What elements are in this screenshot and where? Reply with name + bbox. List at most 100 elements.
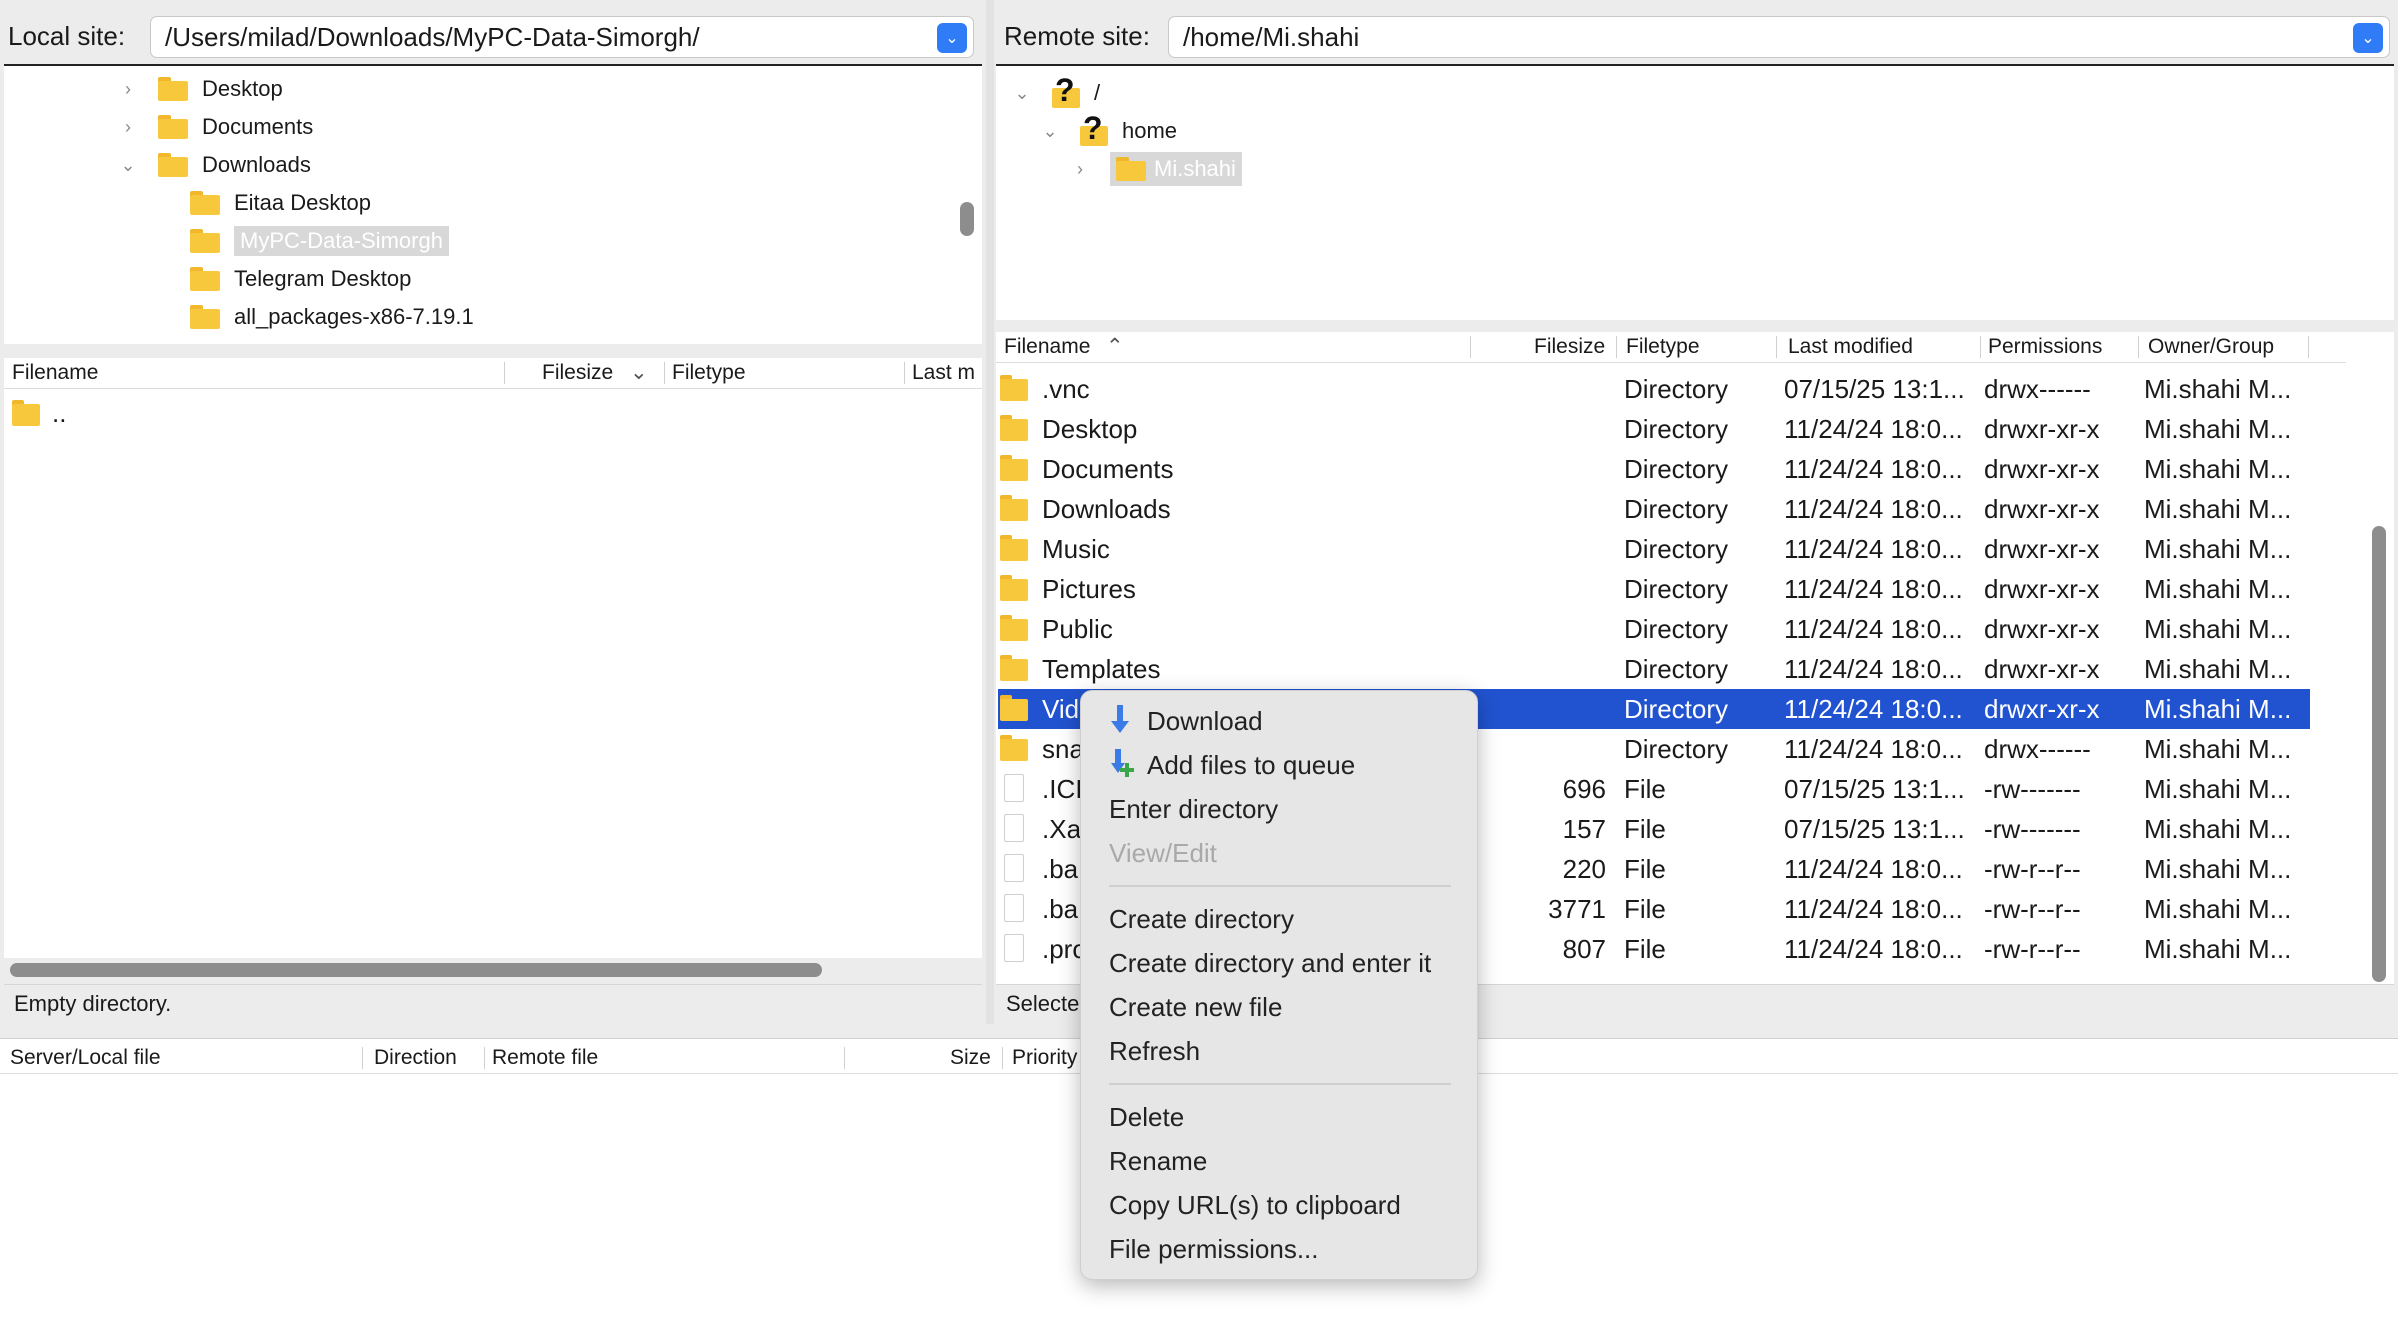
col-direction[interactable]: Direction [374, 1043, 484, 1073]
folder-icon [1000, 575, 1028, 601]
col-divider[interactable] [1002, 1047, 1003, 1069]
row-owner-group: Mi.shahi M... [2144, 894, 2292, 924]
col-last-modified[interactable]: Last modified [1788, 332, 1968, 362]
col-remote-file[interactable]: Remote file [492, 1043, 792, 1073]
local-site-path-combo[interactable]: /Users/milad/Downloads/MyPC-Data-Simorgh… [150, 16, 974, 58]
local-status-text: Empty directory. [14, 991, 172, 1016]
chevron-right-icon[interactable]: › [118, 79, 138, 100]
chevron-right-icon[interactable]: › [118, 117, 138, 138]
col-divider[interactable] [1470, 336, 1471, 358]
menu-item-add-queue[interactable]: Add files to queue [1111, 745, 1355, 785]
remote-table-row[interactable]: .vnc Directory 07/15/25 13:1... drwx------ M… [998, 369, 2310, 409]
col-divider[interactable] [2308, 336, 2309, 358]
menu-item-file-permissions[interactable]: File permissions... [1109, 1229, 1319, 1269]
local-tree-item-downloads[interactable]: ⌄ Downloads [118, 146, 311, 184]
sort-asc-icon: ⌃ [1106, 335, 1124, 358]
remote-table-row[interactable]: Desktop Directory 11/24/24 18:0... drwxr-xr… [998, 409, 2310, 449]
row-permissions: drwxr-xr-x [1984, 414, 2100, 444]
unknown-folder-icon: ? [1080, 110, 1108, 148]
menu-item-rename[interactable]: Rename [1109, 1141, 1207, 1181]
row-permissions: drwxr-xr-x [1984, 454, 2100, 484]
folder-icon [1000, 655, 1028, 681]
col-last-modified[interactable]: Last m [912, 358, 982, 388]
local-tree-item-eitaa[interactable]: Eitaa Desktop [190, 184, 371, 222]
row-permissions: -rw-r--r-- [1984, 894, 2081, 924]
remote-table-row[interactable]: Pictures Directory 11/24/24 18:0... drwxr-x… [998, 569, 2310, 609]
remote-path-dropdown-icon[interactable]: ⌄ [2353, 23, 2383, 53]
row-permissions: drwxr-xr-x [1984, 494, 2100, 524]
remote-tree-item-root[interactable]: ⌄? / [1012, 72, 1101, 112]
local-path-dropdown-icon[interactable]: ⌄ [937, 23, 967, 53]
col-owner-group[interactable]: Owner/Group [2148, 332, 2308, 362]
remote-tree-item-home[interactable]: ⌄? home [1040, 110, 1178, 150]
menu-item-delete[interactable]: Delete [1109, 1097, 1184, 1137]
menu-item-create-directory-enter[interactable]: Create directory and enter it [1109, 943, 1431, 983]
row-filetype: Directory [1624, 654, 1729, 684]
col-filename[interactable]: Filename [1004, 332, 1094, 362]
folder-icon [1000, 415, 1028, 441]
row-permissions: drwxr-xr-x [1984, 694, 2100, 724]
local-row-parent[interactable]: .. [8, 398, 408, 434]
remote-list-vscrollbar[interactable] [2372, 526, 2386, 982]
col-divider[interactable] [2138, 336, 2139, 358]
chevron-right-icon[interactable]: › [1070, 159, 1090, 180]
remote-table-row[interactable]: Templates Directory 11/24/24 18:0... drwxr-… [998, 649, 2310, 689]
local-tree-scrollbar[interactable] [960, 202, 974, 236]
row-last-modified: 11/24/24 18:0... [1784, 454, 1963, 484]
remote-table-row[interactable]: Music Directory 11/24/24 18:0... drwxr-xr-x… [998, 529, 2310, 569]
col-permissions[interactable]: Permissions [1988, 332, 2128, 362]
col-divider[interactable] [1776, 336, 1777, 358]
menu-item-create-directory[interactable]: Create directory [1109, 899, 1294, 939]
menu-item-create-file[interactable]: Create new file [1109, 987, 1282, 1027]
menu-item-refresh[interactable]: Refresh [1109, 1031, 1200, 1071]
chevron-down-icon[interactable]: ⌄ [1040, 121, 1060, 142]
row-owner-group: Mi.shahi M... [2144, 774, 2292, 804]
col-divider[interactable] [1980, 336, 1981, 358]
row-filesize [1478, 689, 1606, 729]
col-divider[interactable] [844, 1047, 845, 1069]
col-filetype[interactable]: Filetype [1626, 332, 1746, 362]
col-divider[interactable] [1616, 336, 1617, 358]
row-owner-group: Mi.shahi M... [2144, 374, 2292, 404]
local-tree-item-desktop[interactable]: › Desktop [118, 70, 283, 108]
col-divider[interactable] [362, 1047, 363, 1069]
menu-item-download[interactable]: Download [1111, 701, 1263, 741]
folder-icon [1000, 375, 1028, 401]
row-filename: Documents [1042, 454, 1174, 484]
col-divider[interactable] [904, 362, 905, 384]
remote-table-row[interactable]: Documents Directory 11/24/24 18:0... drwxr-… [998, 449, 2310, 489]
row-filetype: File [1624, 854, 1666, 884]
row-filetype: Directory [1624, 614, 1729, 644]
menu-item-enter-directory[interactable]: Enter directory [1109, 789, 1278, 829]
local-tree-item-documents[interactable]: › Documents [118, 108, 313, 146]
local-tree-item-telegram[interactable]: Telegram Desktop [190, 260, 411, 298]
row-owner-group: Mi.shahi M... [2144, 854, 2292, 884]
menu-item-copy-url[interactable]: Copy URL(s) to clipboard [1109, 1185, 1401, 1225]
tree-label: / [1094, 80, 1101, 105]
chevron-down-icon[interactable]: ⌄ [118, 155, 138, 176]
local-list-hscrollbar[interactable] [10, 963, 822, 977]
col-filesize[interactable]: Filesize [542, 358, 622, 388]
col-filename[interactable]: Filename [12, 358, 492, 388]
folder-icon [1000, 735, 1028, 761]
tree-label: home [1122, 118, 1178, 143]
local-tree-item-packages[interactable]: all_packages-x86-7.19.1 [190, 298, 474, 336]
remote-table-row[interactable]: Public Directory 11/24/24 18:0... drwxr-xr-… [998, 609, 2310, 649]
local-file-list: Filename Filesize ⌄ Filetype Last m .. [4, 358, 982, 958]
col-server-local-file[interactable]: Server/Local file [10, 1043, 350, 1073]
local-tree-item-mypc[interactable]: MyPC-Data-Simorgh [190, 222, 449, 260]
row-owner-group: Mi.shahi M... [2144, 414, 2292, 444]
col-divider[interactable] [664, 362, 665, 384]
col-divider[interactable] [484, 1047, 485, 1069]
panel-splitter[interactable] [986, 0, 994, 1024]
remote-site-path-combo[interactable]: /home/Mi.shahi ⌄ [1168, 16, 2390, 58]
col-filesize[interactable]: Filesize [1534, 332, 1614, 362]
remote-table-row[interactable]: Downloads Directory 11/24/24 18:0... drwxr-… [998, 489, 2310, 529]
col-size[interactable]: Size [950, 1043, 1000, 1073]
remote-tree-item-mishahi[interactable]: › Mi.shahi [1070, 150, 1242, 188]
col-filetype[interactable]: Filetype [672, 358, 892, 388]
local-list-header: Filename Filesize ⌄ Filetype Last m [4, 358, 982, 389]
chevron-down-icon[interactable]: ⌄ [1012, 83, 1032, 104]
row-filesize: 157 [1562, 814, 1606, 844]
col-divider[interactable] [504, 362, 505, 384]
